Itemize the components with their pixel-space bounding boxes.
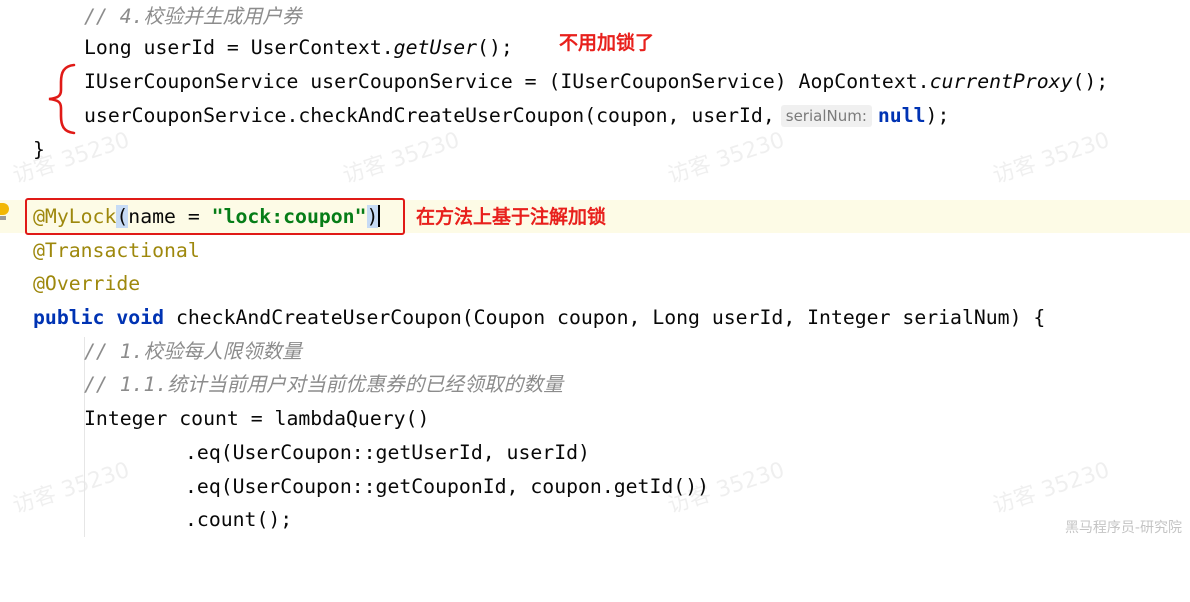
code-line[interactable]: IUserCouponService userCouponService = (…	[0, 65, 1190, 98]
code-token: checkAndCreateUserCoupon(Coupon coupon, …	[164, 306, 1046, 329]
code-token: Long userId = UserContext.	[84, 36, 394, 59]
code-annotation: @Override	[33, 272, 141, 295]
code-text: public void checkAndCreateUserCoupon(Cou…	[33, 301, 1045, 334]
code-line[interactable]: .count();	[0, 503, 1190, 536]
code-comment: // 1.1.统计当前用户对当前优惠券的已经领取的数量	[84, 373, 563, 396]
code-keyword: public	[33, 306, 105, 329]
code-line[interactable]: // 1.1.统计当前用户对当前优惠券的已经领取的数量	[0, 368, 1190, 401]
code-brace: }	[33, 138, 45, 161]
code-line[interactable]: Integer count = lambdaQuery()	[0, 402, 1190, 435]
code-text: Long userId = UserContext.getUser();	[84, 31, 513, 64]
code-text: IUserCouponService userCouponService = (…	[84, 65, 1108, 98]
code-text: userCouponService.checkAndCreateUserCoup…	[84, 99, 949, 132]
parameter-hint: serialNum:	[780, 105, 872, 127]
code-token: );	[925, 104, 950, 127]
code-keyword: void	[116, 306, 165, 329]
annotation-note-no-lock: 不用加锁了	[559, 32, 655, 54]
lightbulb-icon-base	[0, 216, 6, 220]
brand-watermark: 黑马程序员-研究院	[1064, 520, 1182, 536]
code-line[interactable]: @Transactional	[0, 234, 1190, 267]
code-keyword: null	[877, 104, 926, 127]
code-comment: // 4.校验并生成用户券	[84, 5, 302, 28]
code-editor[interactable]: 访客 35230 访客 35230 访客 35230 访客 35230 访客 3…	[0, 0, 1190, 541]
code-line[interactable]: @Override	[0, 267, 1190, 300]
code-line[interactable]: .eq(UserCoupon::getUserId, userId)	[0, 436, 1190, 469]
code-annotation: @Transactional	[33, 239, 200, 262]
code-method: getUser	[393, 36, 478, 59]
code-text: Integer count = lambdaQuery()	[84, 407, 430, 430]
code-text: .eq(UserCoupon::getUserId, userId)	[185, 441, 590, 464]
code-token: ();	[477, 36, 513, 59]
code-line[interactable]: // 1.校验每人限领数量	[0, 335, 1190, 368]
lightbulb-icon-head	[0, 203, 9, 215]
annotation-note-method-lock: 在方法上基于注解加锁	[416, 206, 607, 228]
code-line[interactable]: userCouponService.checkAndCreateUserCoup…	[0, 99, 1190, 132]
code-text: .count();	[185, 508, 293, 531]
code-line[interactable]: public void checkAndCreateUserCoupon(Cou…	[0, 301, 1190, 334]
annotation-highlight-box	[25, 198, 405, 235]
code-line[interactable]: }	[0, 133, 1190, 166]
code-line[interactable]: .eq(UserCoupon::getCouponId, coupon.getI…	[0, 470, 1190, 503]
code-token: userCouponService.checkAndCreateUserCoup…	[84, 104, 775, 127]
code-comment: // 1.校验每人限领数量	[84, 340, 302, 363]
lightbulb-icon[interactable]	[0, 203, 9, 221]
code-method: currentProxy	[929, 70, 1073, 93]
code-text: .eq(UserCoupon::getCouponId, coupon.getI…	[185, 475, 710, 498]
code-token: ();	[1072, 70, 1109, 93]
curly-brace-annotation	[48, 63, 76, 135]
code-token: IUserCouponService userCouponService = (…	[84, 70, 930, 93]
